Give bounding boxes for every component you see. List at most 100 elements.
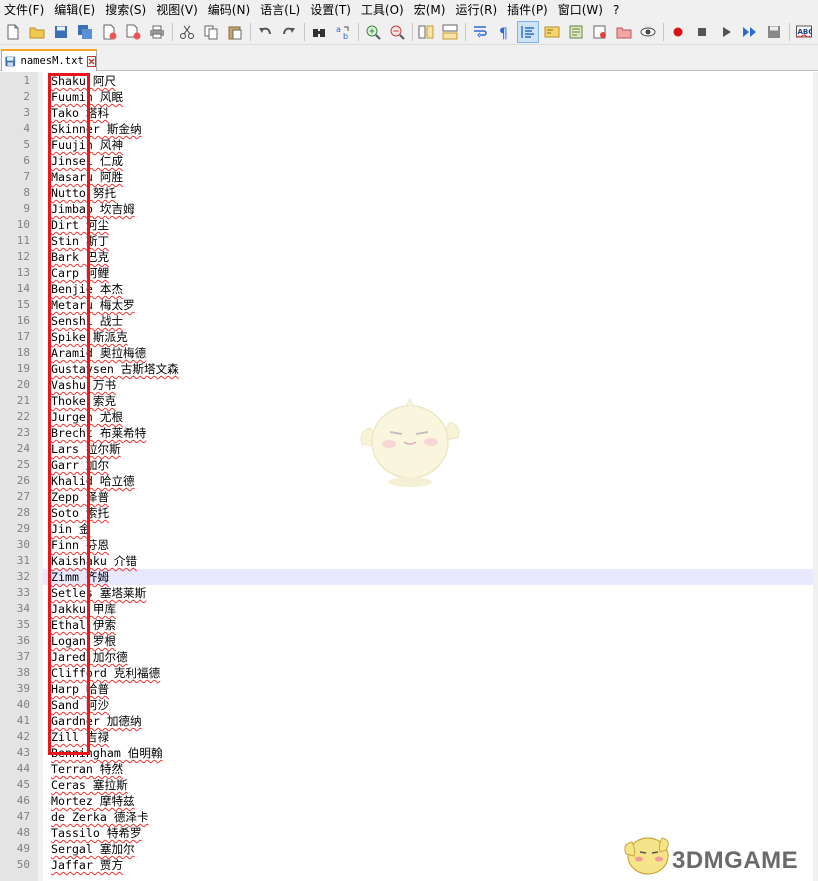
indent-guide-button[interactable] <box>517 21 540 43</box>
menu-item-2[interactable]: 搜索(S) <box>100 0 151 20</box>
line-number: 48 <box>16 826 30 839</box>
line-number: 33 <box>16 586 30 599</box>
zoom-out-button[interactable] <box>387 22 407 42</box>
vertical-scrollbar[interactable] <box>813 72 818 881</box>
menu-bar: 文件(F) 编辑(E) 搜索(S) 视图(V) 编码(N) 语言(L) 设置(T) 工具(O)… <box>0 0 818 20</box>
stop-record-button[interactable] <box>692 22 712 42</box>
redo-button[interactable] <box>279 22 299 42</box>
find-button[interactable] <box>309 22 329 42</box>
menu-item-9[interactable]: 运行(R) <box>450 0 502 20</box>
doc-switcher-button[interactable] <box>614 22 634 42</box>
line-number: 2 <box>23 90 30 103</box>
folder-workspace-button[interactable] <box>590 22 610 42</box>
record-macro-button[interactable] <box>668 22 688 42</box>
print-button[interactable] <box>147 22 167 42</box>
line-number: 49 <box>16 842 30 855</box>
line-number: 22 <box>16 410 30 423</box>
save-all-button[interactable] <box>75 22 95 42</box>
menu-item-4[interactable]: 编码(N) <box>203 0 255 20</box>
line-number: 28 <box>16 506 30 519</box>
menu-item-0[interactable]: 文件(F) <box>0 0 49 20</box>
line-number: 5 <box>23 138 30 151</box>
undo-button[interactable] <box>255 22 275 42</box>
show-all-chars-button[interactable]: ¶ <box>494 22 514 42</box>
menu-item-10[interactable]: 插件(P) <box>502 0 553 20</box>
new-file-button[interactable] <box>3 22 23 42</box>
line-number: 30 <box>16 538 30 551</box>
monitor-button[interactable] <box>638 22 658 42</box>
toolbar-separator <box>789 23 791 41</box>
doc-map-icon <box>544 26 560 38</box>
indent-guide-icon <box>521 26 535 38</box>
redo-icon <box>282 27 295 35</box>
line-number: 11 <box>16 234 30 247</box>
line-number: 37 <box>16 650 30 663</box>
line-number: 36 <box>16 634 30 647</box>
line-number: 34 <box>16 602 30 615</box>
sync-horizontal-button[interactable] <box>440 22 460 42</box>
paste-icon <box>228 26 242 40</box>
line-number: 8 <box>23 186 30 199</box>
current-line-highlight <box>43 569 813 585</box>
run-macro-multiple-button[interactable] <box>740 22 760 42</box>
stop-record-icon <box>698 28 707 36</box>
tab-namesm-txt[interactable]: namesM.txt <box>1 49 97 71</box>
close-all-icon <box>126 24 141 40</box>
function-list-button[interactable] <box>566 22 586 42</box>
spell-check-button[interactable]: ABC <box>794 22 814 42</box>
brand-logo-text: 3DMGAME <box>672 847 799 874</box>
copy-button[interactable] <box>201 22 221 42</box>
paste-button[interactable] <box>225 22 245 42</box>
cut-button[interactable] <box>177 22 197 42</box>
menu-item-11[interactable]: 窗口(W) <box>553 0 608 20</box>
toolbar-separator <box>465 23 467 41</box>
menu-item-1[interactable]: 编辑(E) <box>49 0 100 20</box>
menu-item-3[interactable]: 视图(V) <box>151 0 203 20</box>
open-file-button[interactable] <box>27 22 47 42</box>
play-macro-button[interactable] <box>716 22 736 42</box>
zoom-in-button[interactable] <box>363 22 383 42</box>
save-macro-button[interactable] <box>764 22 784 42</box>
text-line[interactable]: Ceras 塞拉斯 <box>51 777 128 793</box>
text-line[interactable]: Jaffar 贾方 <box>51 857 123 873</box>
close-icon <box>103 24 117 40</box>
text-line[interactable]: Tassilo 特希罗 <box>51 825 142 841</box>
line-number: 47 <box>16 810 30 823</box>
save-macro-icon <box>768 26 781 38</box>
line-number: 23 <box>16 426 30 439</box>
close-all-button[interactable] <box>123 22 143 42</box>
word-wrap-button[interactable] <box>470 22 490 42</box>
text-line[interactable]: de Zerka 德泽卡 <box>51 809 149 825</box>
doc-map-button[interactable] <box>542 22 562 42</box>
line-number: 43 <box>16 746 30 759</box>
line-number: 40 <box>16 698 30 711</box>
save-button[interactable] <box>51 22 71 42</box>
text-line[interactable]: Sergal 塞加尔 <box>51 841 135 857</box>
menu-item-12[interactable]: ? <box>608 0 624 20</box>
text-line[interactable]: Terran 特然 <box>51 761 123 777</box>
menu-item-8[interactable]: 宏(M) <box>409 0 451 20</box>
menu-item-7[interactable]: 工具(O) <box>356 0 409 20</box>
sync-vertical-button[interactable] <box>417 22 437 42</box>
line-number: 14 <box>16 282 30 295</box>
undo-icon <box>258 27 271 35</box>
replace-button[interactable]: ab <box>333 22 353 42</box>
sync-horizontal-icon <box>442 24 458 40</box>
close-button[interactable] <box>99 22 119 42</box>
tab-close-icon[interactable] <box>86 55 96 67</box>
toolbar-separator <box>663 23 665 41</box>
run-macro-multiple-icon <box>743 27 757 37</box>
toolbar-separator <box>411 23 413 41</box>
menu-item-5[interactable]: 语言(L) <box>255 0 305 20</box>
menu-item-6[interactable]: 设置(T) <box>305 0 356 20</box>
text-line[interactable]: Mortez 摩特兹 <box>51 793 135 809</box>
line-number: 45 <box>16 778 30 791</box>
line-number: 46 <box>16 794 30 807</box>
line-number: 25 <box>16 458 30 471</box>
line-number: 18 <box>16 346 30 359</box>
line-number: 4 <box>23 122 30 135</box>
line-number-gutter: 1 2 3 4 5 6 7 8 9 10 11 12 13 14 15 16 17 18 19 20 21 22 23 24 2… <box>0 72 38 881</box>
show-all-chars-icon: ¶ <box>499 26 508 40</box>
print-icon <box>149 25 164 39</box>
save-icon <box>54 26 67 38</box>
